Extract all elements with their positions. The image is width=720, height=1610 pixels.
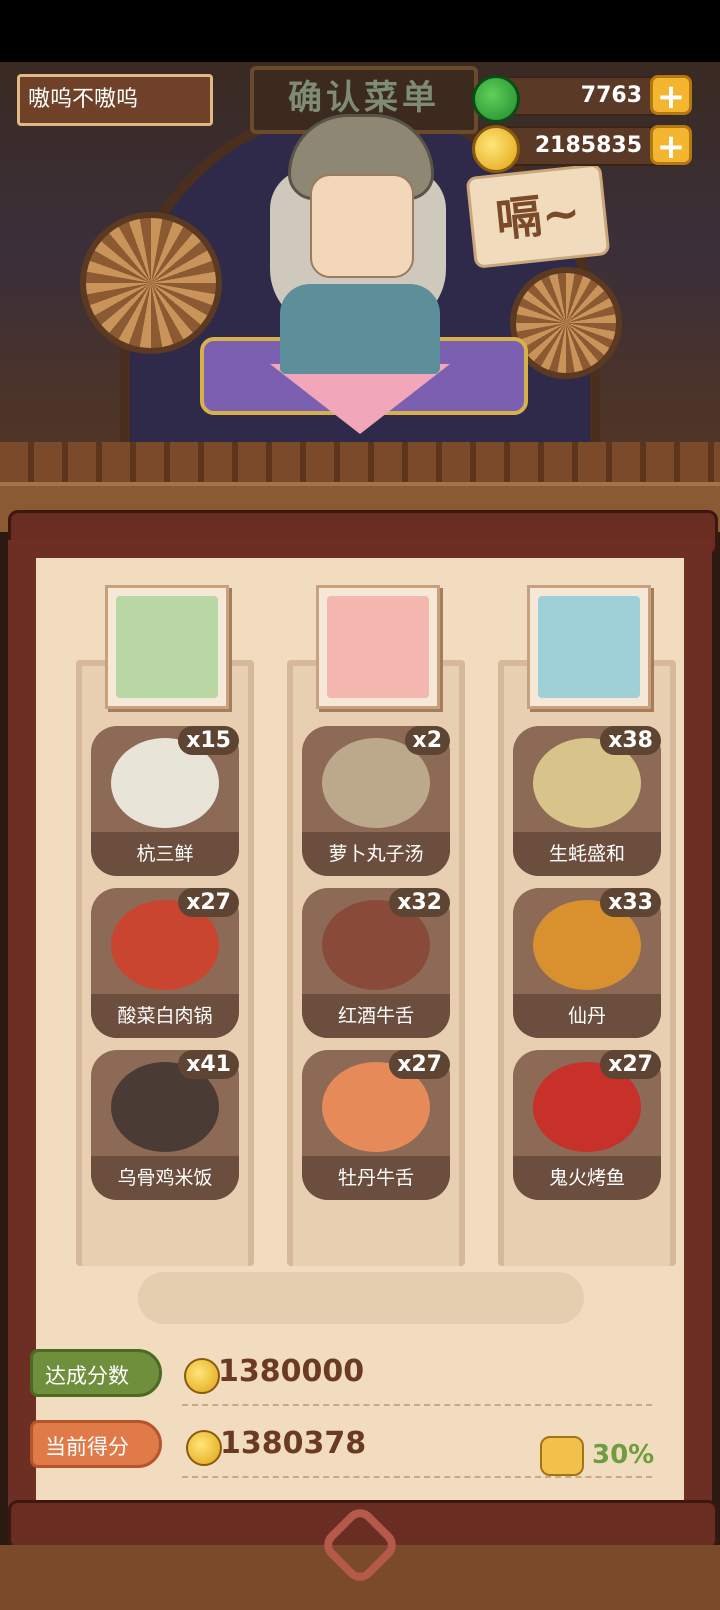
jade-icon — [472, 75, 520, 123]
dish-name: 酸菜白肉锅 — [91, 994, 239, 1038]
dish-card[interactable]: x27 酸菜白肉锅 — [91, 888, 239, 1038]
divider — [182, 1476, 652, 1478]
dish-name: 牡丹牛舌 — [302, 1156, 450, 1200]
coin-icon — [472, 125, 520, 173]
dish-name: 红酒牛舌 — [302, 994, 450, 1038]
dish-count: x32 — [389, 888, 450, 917]
bonus-icon — [540, 1436, 584, 1476]
dish-card[interactable]: x27 鬼火烤鱼 — [513, 1050, 661, 1200]
dish-name: 杭三鲜 — [91, 832, 239, 876]
customer-portrait-1[interactable] — [105, 585, 229, 709]
add-coin-button[interactable]: + — [650, 125, 692, 166]
dish-name: 鬼火烤鱼 — [513, 1156, 661, 1200]
status-bar — [0, 0, 720, 62]
customer-avatar — [327, 596, 429, 698]
character-face — [310, 174, 414, 278]
dish-card[interactable]: x27 牡丹牛舌 — [302, 1050, 450, 1200]
dish-count: x15 — [178, 726, 239, 755]
dish-count: x27 — [178, 888, 239, 917]
current-score-value: 1380378 — [220, 1426, 367, 1461]
current-score-label: 当前得分 — [30, 1420, 162, 1468]
dish-card[interactable]: x15 杭三鲜 — [91, 726, 239, 876]
progress-track — [138, 1272, 584, 1324]
divider — [182, 1404, 652, 1406]
coin-icon — [184, 1358, 220, 1394]
dish-count: x27 — [600, 1050, 661, 1079]
dish-name: 仙丹 — [513, 994, 661, 1038]
dish-count: x41 — [178, 1050, 239, 1079]
dish-count: x33 — [600, 888, 661, 917]
dish-count: x27 — [389, 1050, 450, 1079]
customer-portrait-3[interactable] — [527, 585, 651, 709]
old-man-character[interactable] — [270, 114, 450, 374]
customer-avatar — [116, 596, 218, 698]
fan-left-decoration — [80, 212, 222, 354]
add-jade-button[interactable]: + — [650, 75, 692, 116]
character-body — [280, 284, 440, 374]
dish-name: 萝卜丸子汤 — [302, 832, 450, 876]
dish-count: x2 — [404, 726, 450, 755]
dish-card[interactable]: x38 生蚝盛和 — [513, 726, 661, 876]
dish-card[interactable]: x2 萝卜丸子汤 — [302, 726, 450, 876]
dish-card[interactable]: x41 乌骨鸡米饭 — [91, 1050, 239, 1200]
player-name-box[interactable]: 嗷呜不嗷呜 — [17, 74, 213, 126]
dish-name: 生蚝盛和 — [513, 832, 661, 876]
speech-bubble: 嗝~ — [465, 163, 611, 269]
target-score-label: 达成分数 — [30, 1349, 162, 1397]
dish-count: x38 — [600, 726, 661, 755]
target-score-value: 1380000 — [218, 1354, 365, 1389]
customer-avatar — [538, 596, 640, 698]
dish-name: 乌骨鸡米饭 — [91, 1156, 239, 1200]
coin-icon — [186, 1430, 222, 1466]
dish-card[interactable]: x32 红酒牛舌 — [302, 888, 450, 1038]
dish-card[interactable]: x33 仙丹 — [513, 888, 661, 1038]
bonus-percent: 30% — [592, 1440, 655, 1470]
customer-portrait-2[interactable] — [316, 585, 440, 709]
